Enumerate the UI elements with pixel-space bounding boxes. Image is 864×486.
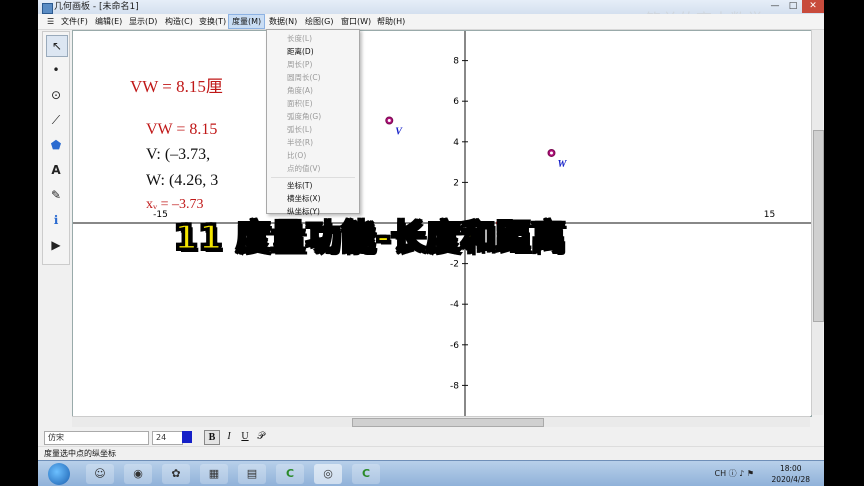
- clock-time: 18:00: [779, 464, 802, 473]
- menu-item-distance[interactable]: 距离(D): [287, 45, 314, 58]
- straightedge-icon[interactable]: ⟋: [46, 110, 66, 130]
- w-coordinate-measure[interactable]: W: (4.26, 3: [146, 172, 218, 190]
- menu-file[interactable]: 文件(F): [58, 14, 91, 29]
- status-bar: 度量选中点的纵坐标: [38, 446, 824, 461]
- menu-item-point-value[interactable]: 点的值(V): [287, 162, 320, 175]
- menu-item-area[interactable]: 面积(E): [287, 97, 313, 110]
- taskbar-app-5[interactable]: ▤: [238, 464, 266, 484]
- vertical-scrollbar[interactable]: [811, 30, 824, 415]
- menu-icon[interactable]: ☰: [44, 14, 57, 29]
- menu-separator: [271, 177, 355, 178]
- point-label-w: W: [557, 159, 567, 170]
- text-icon[interactable]: A: [46, 160, 66, 180]
- y-tick-label: 2: [453, 178, 459, 188]
- start-button[interactable]: [48, 463, 70, 485]
- menu-construct[interactable]: 构造(C): [162, 14, 196, 29]
- text-color-swatch[interactable]: [182, 431, 192, 443]
- y-tick-label: 4: [453, 138, 459, 148]
- italic-button[interactable]: I: [222, 430, 236, 443]
- symbol-button[interactable]: 𝒫: [254, 430, 268, 443]
- menu-transform[interactable]: 变换(T): [196, 14, 229, 29]
- v-coordinate-measure[interactable]: V: (–3.73,: [146, 146, 210, 164]
- distance-measure[interactable]: VW = 8.15: [146, 121, 217, 139]
- menu-data[interactable]: 数据(N): [266, 14, 300, 29]
- x-tick-label: 15: [764, 210, 775, 220]
- y-tick-label: -4: [450, 300, 459, 310]
- y-tick-label: -8: [450, 381, 459, 391]
- menu-item-arc-length[interactable]: 弧长(L): [287, 123, 312, 136]
- taskbar-app-6[interactable]: C: [276, 464, 304, 484]
- vertical-scroll-thumb[interactable]: [813, 130, 824, 322]
- menu-help[interactable]: 帮助(H): [374, 14, 408, 29]
- app-icon: [42, 3, 53, 14]
- maximize-button[interactable]: □: [784, 0, 802, 13]
- polygon-icon[interactable]: ⬟: [46, 135, 66, 155]
- point-label-v: V: [395, 126, 403, 137]
- taskbar-app-2[interactable]: ◉: [124, 464, 152, 484]
- menu-item-coordinates[interactable]: 坐标(T): [287, 179, 312, 192]
- point-icon[interactable]: •: [46, 60, 66, 80]
- menu-item-length[interactable]: 长度(L): [287, 32, 312, 45]
- menu-measure[interactable]: 度量(M): [228, 14, 266, 29]
- taskbar: ☺ ◉ ✿ ▦ ▤ C ◎ C CH ⓘ ♪ ⚑ 18:00 2020/4/28: [38, 460, 824, 486]
- text-format-bar: 仿宋 24 B I U 𝒫: [38, 428, 824, 446]
- font-size-select[interactable]: 24: [152, 431, 183, 445]
- distance-measure-large[interactable]: VW = 8.15厘: [130, 72, 223, 97]
- tool-palette: ↖ • ⊙ ⟋ ⬟ A ✎ ℹ ▶: [42, 31, 70, 265]
- menu-item-circumference[interactable]: 圆周长(C): [287, 71, 321, 84]
- menu-item-radius[interactable]: 半径(R): [287, 136, 313, 149]
- menu-window[interactable]: 窗口(W): [338, 14, 374, 29]
- clock-date: 2020/4/28: [771, 475, 810, 484]
- menu-bar: ☰ 文件(F) 编辑(E) 显示(D) 构造(C) 变换(T) 度量(M) 数据…: [38, 14, 824, 30]
- window-controls: — □ ✕: [766, 0, 824, 13]
- plotted-points: VW: [385, 116, 567, 170]
- menu-item-perimeter[interactable]: 周长(P): [287, 58, 312, 71]
- y-tick-label: -2: [450, 260, 459, 270]
- taskbar-app-4[interactable]: ▦: [200, 464, 228, 484]
- menu-item-ratio[interactable]: 比(O): [287, 149, 306, 162]
- point-center: [549, 151, 553, 155]
- menu-item-angle[interactable]: 角度(A): [287, 84, 313, 97]
- menu-edit[interactable]: 编辑(E): [92, 14, 125, 29]
- app-window: 几何画板 - [未命名1] — □ ✕ 简单的高中数学 ☰ 文件(F) 编辑(E…: [38, 0, 824, 486]
- menu-display[interactable]: 显示(D): [126, 14, 160, 29]
- taskbar-app-3[interactable]: ✿: [162, 464, 190, 484]
- arrow-select-icon[interactable]: ↖: [46, 35, 68, 57]
- bold-button[interactable]: B: [204, 430, 220, 445]
- font-select[interactable]: 仿宋: [44, 431, 149, 445]
- horizontal-scrollbar[interactable]: [72, 416, 810, 427]
- taskbar-app-7[interactable]: ◎: [314, 464, 342, 484]
- y-tick-label: 8: [453, 57, 459, 67]
- underline-button[interactable]: U: [238, 430, 252, 443]
- custom-tools-icon[interactable]: ▶: [46, 235, 66, 255]
- taskbar-app-8[interactable]: C: [352, 464, 380, 484]
- compass-icon[interactable]: ⊙: [46, 85, 66, 105]
- horizontal-scroll-thumb[interactable]: [352, 418, 544, 427]
- menu-item-abscissa[interactable]: 横坐标(X): [287, 192, 321, 205]
- window-title: 几何画板 - [未命名1]: [54, 2, 139, 12]
- taskbar-app-1[interactable]: ☺: [86, 464, 114, 484]
- measure-menu-dropdown: 长度(L) 距离(D) 周长(P) 圆周长(C) 角度(A) 面积(E) 弧度角…: [266, 29, 360, 216]
- menu-graph[interactable]: 绘图(G): [302, 14, 336, 29]
- info-icon[interactable]: ℹ: [46, 210, 66, 230]
- video-title-banner: 11 度量功能-长度和距离: [172, 217, 567, 260]
- minimize-button[interactable]: —: [766, 0, 784, 13]
- y-tick-label: -6: [450, 341, 459, 351]
- system-tray[interactable]: CH ⓘ ♪ ⚑: [714, 468, 754, 479]
- y-tick-label: 6: [453, 97, 459, 107]
- marker-icon[interactable]: ✎: [46, 185, 66, 205]
- close-button[interactable]: ✕: [802, 0, 824, 13]
- point-center: [387, 118, 391, 122]
- clock: 18:00 2020/4/28: [772, 463, 810, 485]
- menu-item-arc-angle[interactable]: 弧度角(G): [287, 110, 321, 123]
